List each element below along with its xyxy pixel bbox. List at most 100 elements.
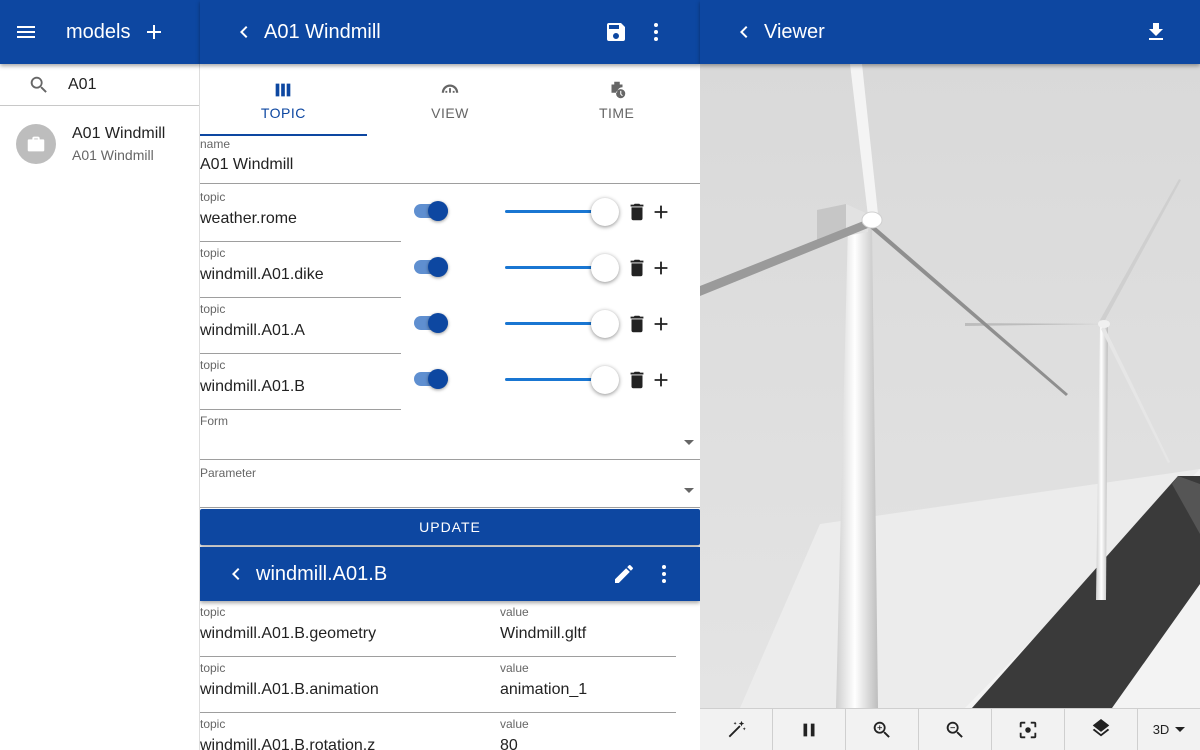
pause-icon (803, 723, 815, 737)
topic-row: topic weather.rome (200, 188, 700, 244)
model-editor-app-bar: A01 Windmill (200, 0, 700, 64)
detail-topic-field[interactable]: topic windmill.A01.B.rotation.z (200, 717, 500, 750)
topic-value: windmill.A01.A (200, 322, 305, 339)
detail-topic-value: windmill.A01.B.animation (200, 681, 379, 698)
detail-value: 80 (500, 737, 518, 750)
model-title: A01 Windmill (264, 20, 381, 43)
chevron-left-icon (240, 26, 248, 38)
detail-value-field[interactable]: value animation_1 (500, 661, 676, 713)
view-column-icon (275, 83, 291, 97)
delete-topic-button[interactable] (625, 368, 649, 392)
topic-toggle[interactable] (414, 201, 448, 221)
topic-toggle[interactable] (414, 313, 448, 333)
zoom-in-button[interactable] (846, 709, 919, 750)
name-field[interactable]: name A01 Windmill (200, 136, 700, 184)
update-button[interactable]: UPDATE (200, 509, 700, 545)
viewer-back-button[interactable] (724, 12, 764, 52)
topic-toggle[interactable] (414, 257, 448, 277)
dropdown-arrow-icon (684, 440, 694, 445)
detail-value-field[interactable]: value Windmill.gltf (500, 605, 676, 657)
trash-icon (630, 259, 644, 277)
form-select[interactable]: Form (200, 412, 700, 460)
more-menu-button[interactable] (636, 12, 676, 52)
name-value: A01 Windmill (200, 156, 294, 173)
topic-field[interactable]: topic windmill.A01.B (200, 358, 401, 410)
add-topic-button[interactable] (649, 312, 673, 336)
detail-topic-label: topic (200, 605, 226, 619)
detail-topic-field[interactable]: topic windmill.A01.B.animation (200, 661, 500, 713)
detail-more-button[interactable] (644, 554, 684, 594)
zoom-in-icon (873, 721, 890, 738)
topic-label: topic (200, 302, 226, 316)
layers-button[interactable] (1065, 709, 1138, 750)
topic-slider[interactable] (505, 254, 619, 282)
topic-field[interactable]: topic windmill.A01.A (200, 302, 401, 354)
detail-value-field[interactable]: value 80 (500, 717, 676, 750)
topic-detail-app-bar: windmill.A01.B (200, 547, 700, 601)
detail-topic-label: topic (200, 661, 226, 675)
zoom-out-button[interactable] (919, 709, 992, 750)
topic-toggle[interactable] (414, 369, 448, 389)
delete-topic-button[interactable] (625, 312, 649, 336)
view-dashboard-icon (441, 84, 459, 93)
viewer-toolbar: 3D (700, 708, 1200, 750)
tab-topic[interactable]: TOPIC (200, 64, 367, 136)
tab-view[interactable]: VIEW (367, 64, 534, 136)
delete-topic-button[interactable] (625, 200, 649, 224)
add-topic-button[interactable] (649, 200, 673, 224)
table-row: topic windmill.A01.B.geometry value Wind… (200, 601, 700, 657)
parameter-select[interactable]: Parameter (200, 460, 700, 508)
model-editor-panel: TOPIC VIEW TIME name A01 Windmill topic … (200, 64, 700, 750)
topic-value: weather.rome (200, 210, 297, 227)
layers-icon (1092, 719, 1110, 737)
topic-row: topic windmill.A01.dike (200, 244, 700, 300)
topic-slider[interactable] (505, 366, 619, 394)
viewer-title: Viewer (764, 20, 825, 43)
avatar (16, 124, 56, 164)
center-focus-icon (1019, 721, 1037, 739)
trash-icon (630, 315, 644, 333)
trash-icon (630, 203, 644, 221)
download-button[interactable] (1136, 12, 1176, 52)
topic-value: windmill.A01.B (200, 378, 305, 395)
detail-topic-label: topic (200, 717, 226, 731)
chevron-left-icon (232, 568, 240, 580)
view-mode-value: 3D (1152, 722, 1170, 737)
delete-topic-button[interactable] (625, 256, 649, 280)
table-row: topic windmill.A01.B.rotation.z value 80 (200, 713, 700, 750)
search-input[interactable] (68, 75, 188, 94)
chevron-left-icon (740, 26, 748, 38)
list-item[interactable]: A01 Windmill A01 Windmill (0, 106, 199, 164)
models-panel: A01 Windmill A01 Windmill (0, 64, 200, 750)
pause-button[interactable] (773, 709, 846, 750)
save-button[interactable] (596, 12, 636, 52)
topic-slider[interactable] (505, 198, 619, 226)
detail-value: Windmill.gltf (500, 625, 587, 642)
topic-field[interactable]: topic weather.rome (200, 190, 401, 242)
models-app-bar: models (0, 0, 200, 64)
back-button[interactable] (224, 12, 264, 52)
tab-time[interactable]: TIME (533, 64, 700, 136)
add-topic-button[interactable] (649, 368, 673, 392)
viewer-app-bar: Viewer (700, 0, 1200, 64)
pencil-icon (615, 565, 633, 583)
more-vert-icon (654, 23, 658, 41)
topic-field[interactable]: topic windmill.A01.dike (200, 246, 401, 298)
detail-back-button[interactable] (224, 554, 248, 594)
history-icon (611, 81, 625, 99)
detail-topic-field[interactable]: topic windmill.A01.B.geometry (200, 605, 500, 657)
windmill-scene (700, 64, 1200, 708)
menu-icon[interactable] (6, 12, 46, 52)
center-focus-button[interactable] (992, 709, 1065, 750)
edit-button[interactable] (604, 554, 644, 594)
detail-value-label: value (500, 661, 529, 675)
magic-wand-button[interactable] (700, 709, 773, 750)
form-label: Form (200, 414, 228, 428)
view-mode-select[interactable]: 3D (1138, 709, 1200, 750)
3d-viewer[interactable]: 3D (700, 64, 1200, 750)
topic-slider[interactable] (505, 310, 619, 338)
magic-wand-icon (728, 720, 746, 738)
detail-value: animation_1 (500, 681, 588, 698)
add-topic-button[interactable] (649, 256, 673, 280)
add-model-button[interactable] (134, 12, 174, 52)
